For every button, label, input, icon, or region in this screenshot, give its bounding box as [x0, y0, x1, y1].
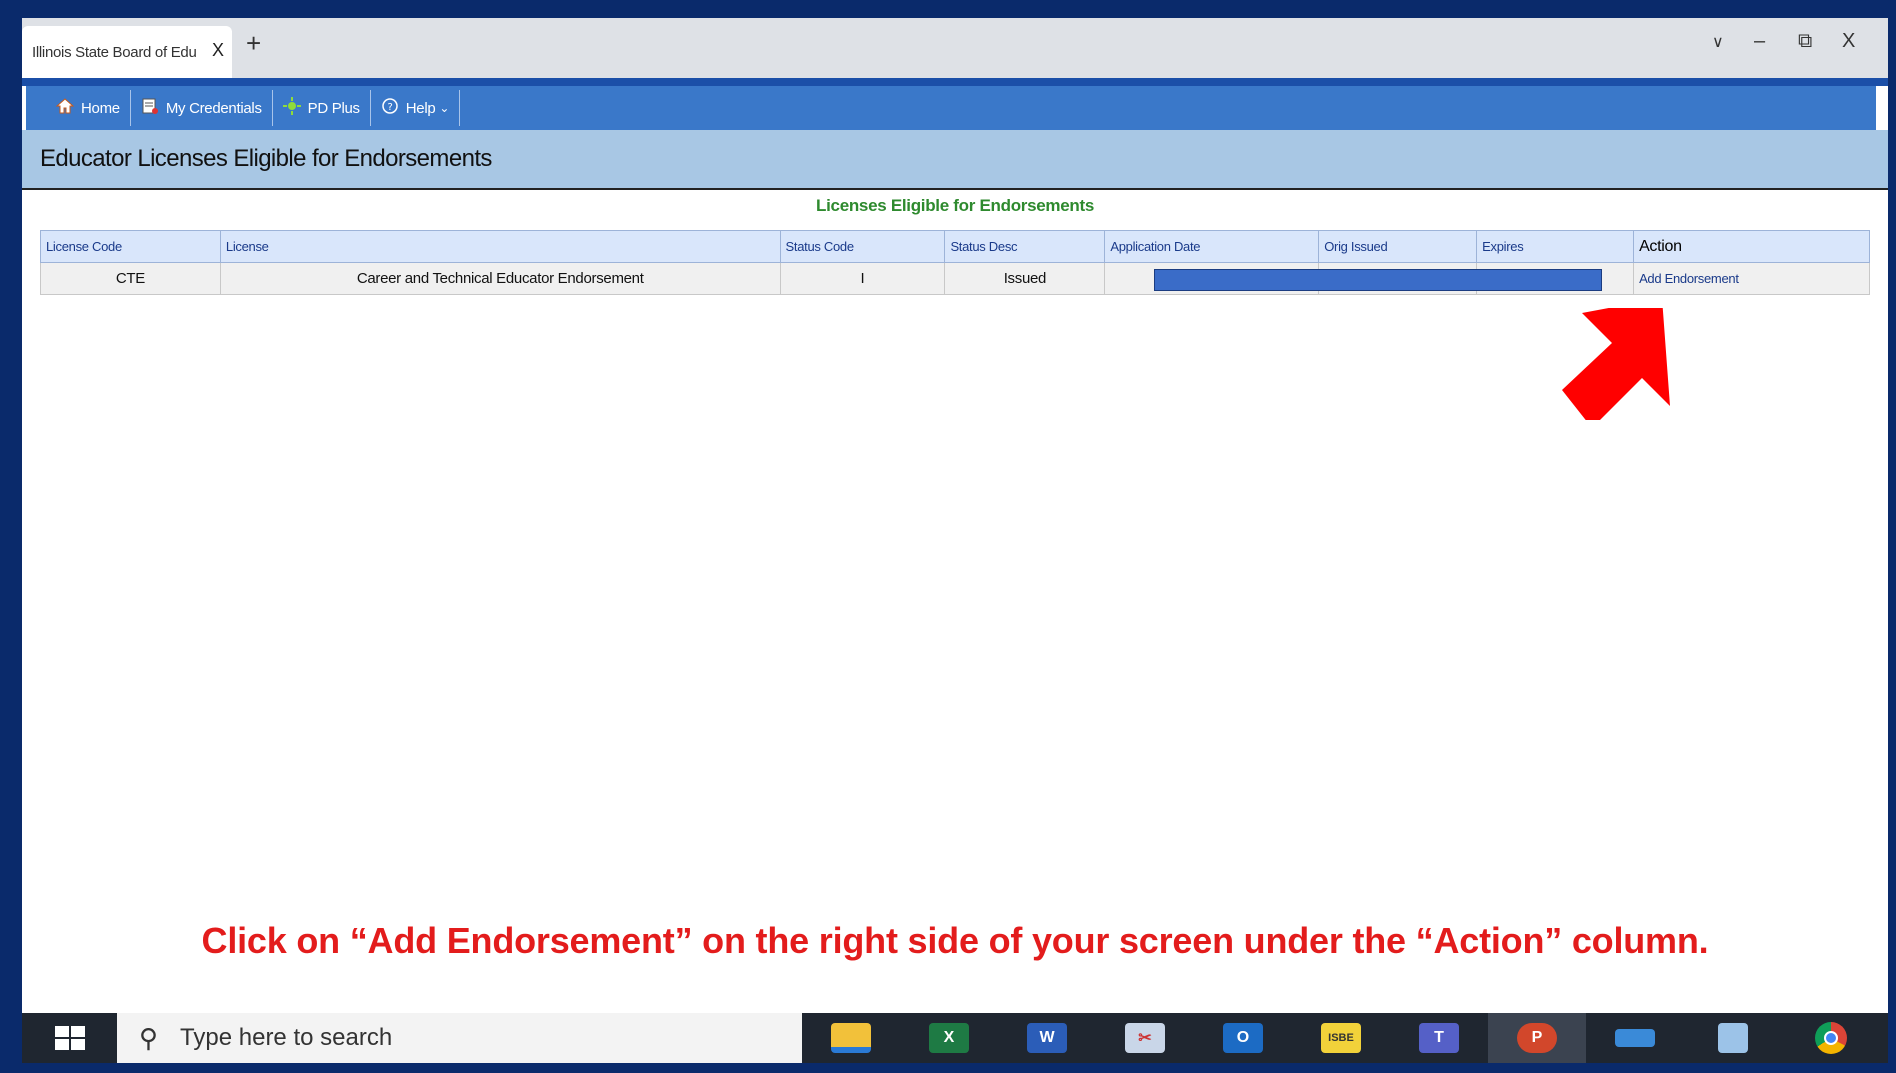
- windows-taskbar: ⚲ Type here to search X W ✂ O ISBE T P: [22, 1013, 1888, 1063]
- new-tab-icon[interactable]: +: [246, 28, 261, 59]
- pointer-arrow-icon: [1562, 308, 1670, 420]
- word-icon[interactable]: W: [998, 1013, 1096, 1063]
- col-header-license-code[interactable]: License Code: [40, 230, 221, 263]
- chrome-icon[interactable]: [1782, 1013, 1880, 1063]
- close-window-icon[interactable]: X: [1842, 30, 1855, 53]
- cell-status-desc: Issued: [944, 262, 1106, 295]
- credentials-icon: [141, 97, 159, 120]
- excel-icon[interactable]: X: [900, 1013, 998, 1063]
- snipping-tool-icon[interactable]: ✂: [1096, 1013, 1194, 1063]
- nav-pd-plus[interactable]: PD Plus: [273, 90, 371, 126]
- page-header: Educator Licenses Eligible for Endorseme…: [22, 130, 1888, 190]
- col-header-status-code[interactable]: Status Code: [779, 230, 946, 263]
- browser-window: Illinois State Board of Education X + ∨ …: [22, 18, 1888, 1063]
- col-header-expires[interactable]: Expires: [1476, 230, 1635, 263]
- start-button[interactable]: [22, 1013, 117, 1063]
- svg-text:?: ?: [387, 102, 392, 113]
- col-header-application-date[interactable]: Application Date: [1104, 230, 1320, 263]
- nav-pd-plus-label: PD Plus: [307, 99, 360, 117]
- col-header-action: Action: [1633, 230, 1870, 263]
- restore-icon[interactable]: ⧉: [1798, 30, 1812, 53]
- col-header-status-desc[interactable]: Status Desc: [944, 230, 1106, 263]
- browser-toolbar-strip: [22, 78, 1888, 86]
- browser-tab[interactable]: Illinois State Board of Education X: [22, 26, 232, 78]
- chevron-down-icon: ⌄: [439, 101, 450, 115]
- tab-title: Illinois State Board of Education: [32, 43, 197, 61]
- cell-license: Career and Technical Educator Endorsemen…: [219, 262, 781, 295]
- instruction-text: Click on “Add Endorsement” on the right …: [201, 920, 1709, 961]
- powerpoint-icon[interactable]: P: [1488, 1013, 1586, 1063]
- file-explorer-icon[interactable]: [802, 1013, 900, 1063]
- tab-search-chevron-icon[interactable]: ∨: [1712, 32, 1724, 52]
- tab-close-icon[interactable]: X: [212, 40, 224, 61]
- nav-my-credentials-label: My Credentials: [165, 99, 262, 117]
- pd-plus-icon: [282, 96, 301, 120]
- site-nav-bar: Home My Credentials PD Plus ? Help ⌄: [26, 86, 1876, 130]
- nav-my-credentials[interactable]: My Credentials: [131, 90, 273, 126]
- taskbar-search-input[interactable]: ⚲ Type here to search: [117, 1013, 802, 1063]
- table-caption: Licenses Eligible for Endorsements: [816, 196, 1094, 215]
- cell-status-code: I: [779, 262, 946, 295]
- col-header-orig-issued[interactable]: Orig Issued: [1318, 230, 1478, 263]
- isbe-icon[interactable]: ISBE: [1292, 1013, 1390, 1063]
- nav-home-label: Home: [81, 99, 120, 117]
- nav-home[interactable]: Home: [46, 90, 131, 126]
- search-icon: ⚲: [139, 1022, 159, 1053]
- redaction-bar: [1154, 269, 1602, 291]
- nav-help[interactable]: ? Help ⌄: [371, 90, 461, 126]
- home-icon: [55, 97, 75, 120]
- minimize-icon[interactable]: –: [1754, 30, 1765, 53]
- page-title: Educator Licenses Eligible for Endorseme…: [40, 145, 492, 172]
- cell-action: Add Endorsement: [1633, 262, 1870, 295]
- add-endorsement-link[interactable]: Add Endorsement: [1639, 271, 1739, 286]
- cell-license-code: CTE: [40, 262, 221, 295]
- teams-icon[interactable]: T: [1390, 1013, 1488, 1063]
- calculator-icon[interactable]: [1684, 1013, 1782, 1063]
- search-placeholder: Type here to search: [180, 1024, 393, 1051]
- table-header-row: License Code License Status Code Status …: [40, 230, 1870, 263]
- nav-help-label: Help: [405, 99, 436, 117]
- windows-logo-icon: [54, 1026, 85, 1050]
- browser-tab-bar: Illinois State Board of Education X + ∨ …: [22, 18, 1888, 78]
- outlook-icon[interactable]: O: [1194, 1013, 1292, 1063]
- help-icon: ?: [381, 97, 399, 120]
- remote-desktop-icon[interactable]: [1586, 1013, 1684, 1063]
- col-header-license[interactable]: License: [219, 230, 781, 263]
